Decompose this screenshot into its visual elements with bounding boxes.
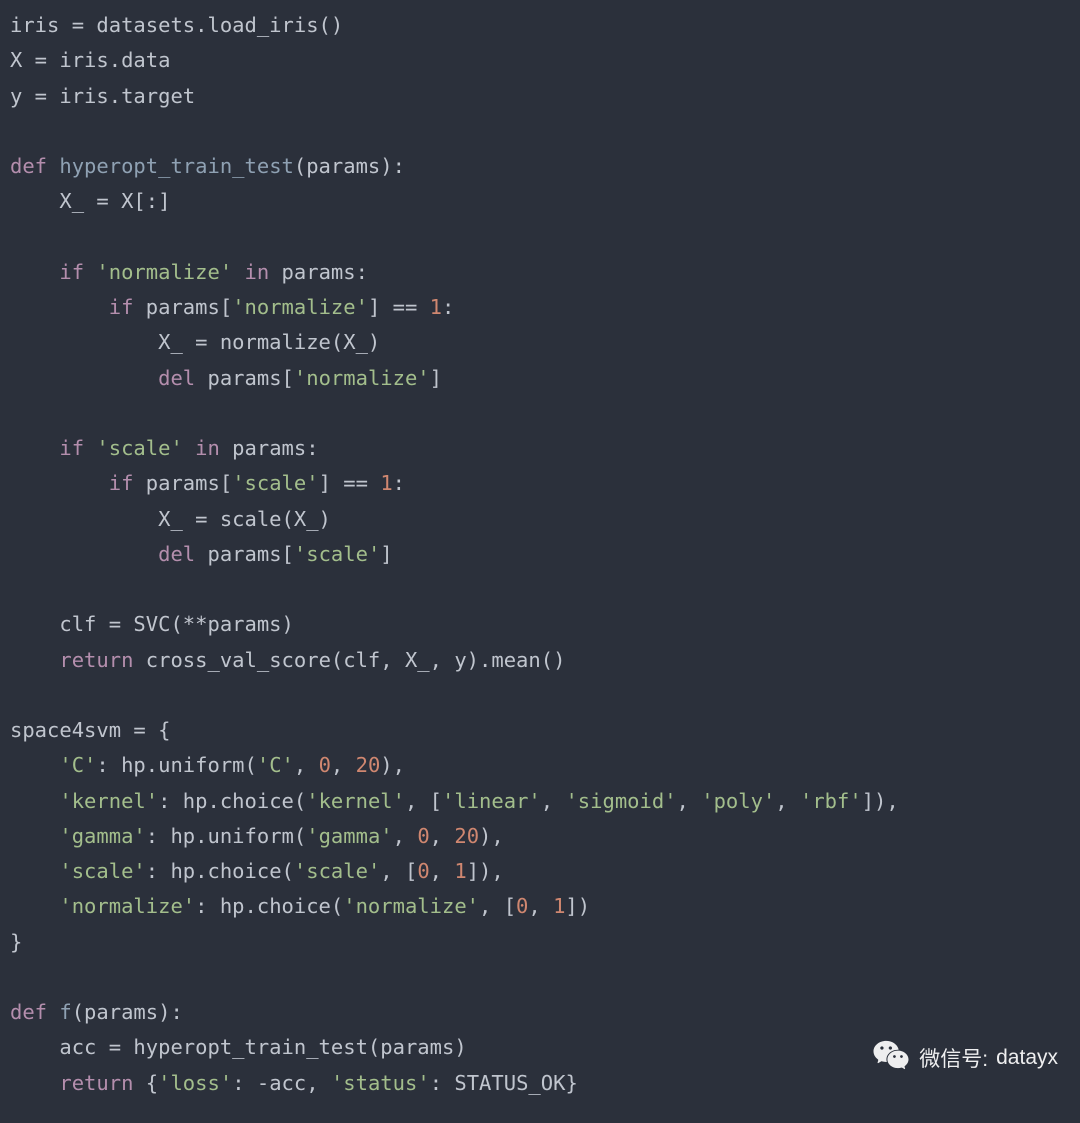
code-block: iris = datasets.load_iris() X = iris.dat…: [0, 0, 1080, 1101]
wechat-label: 微信号:: [919, 1043, 988, 1073]
wechat-icon: [871, 1035, 911, 1081]
wechat-watermark: 微信号: datayx: [871, 1035, 1058, 1081]
wechat-handle: datayx: [996, 1046, 1058, 1070]
